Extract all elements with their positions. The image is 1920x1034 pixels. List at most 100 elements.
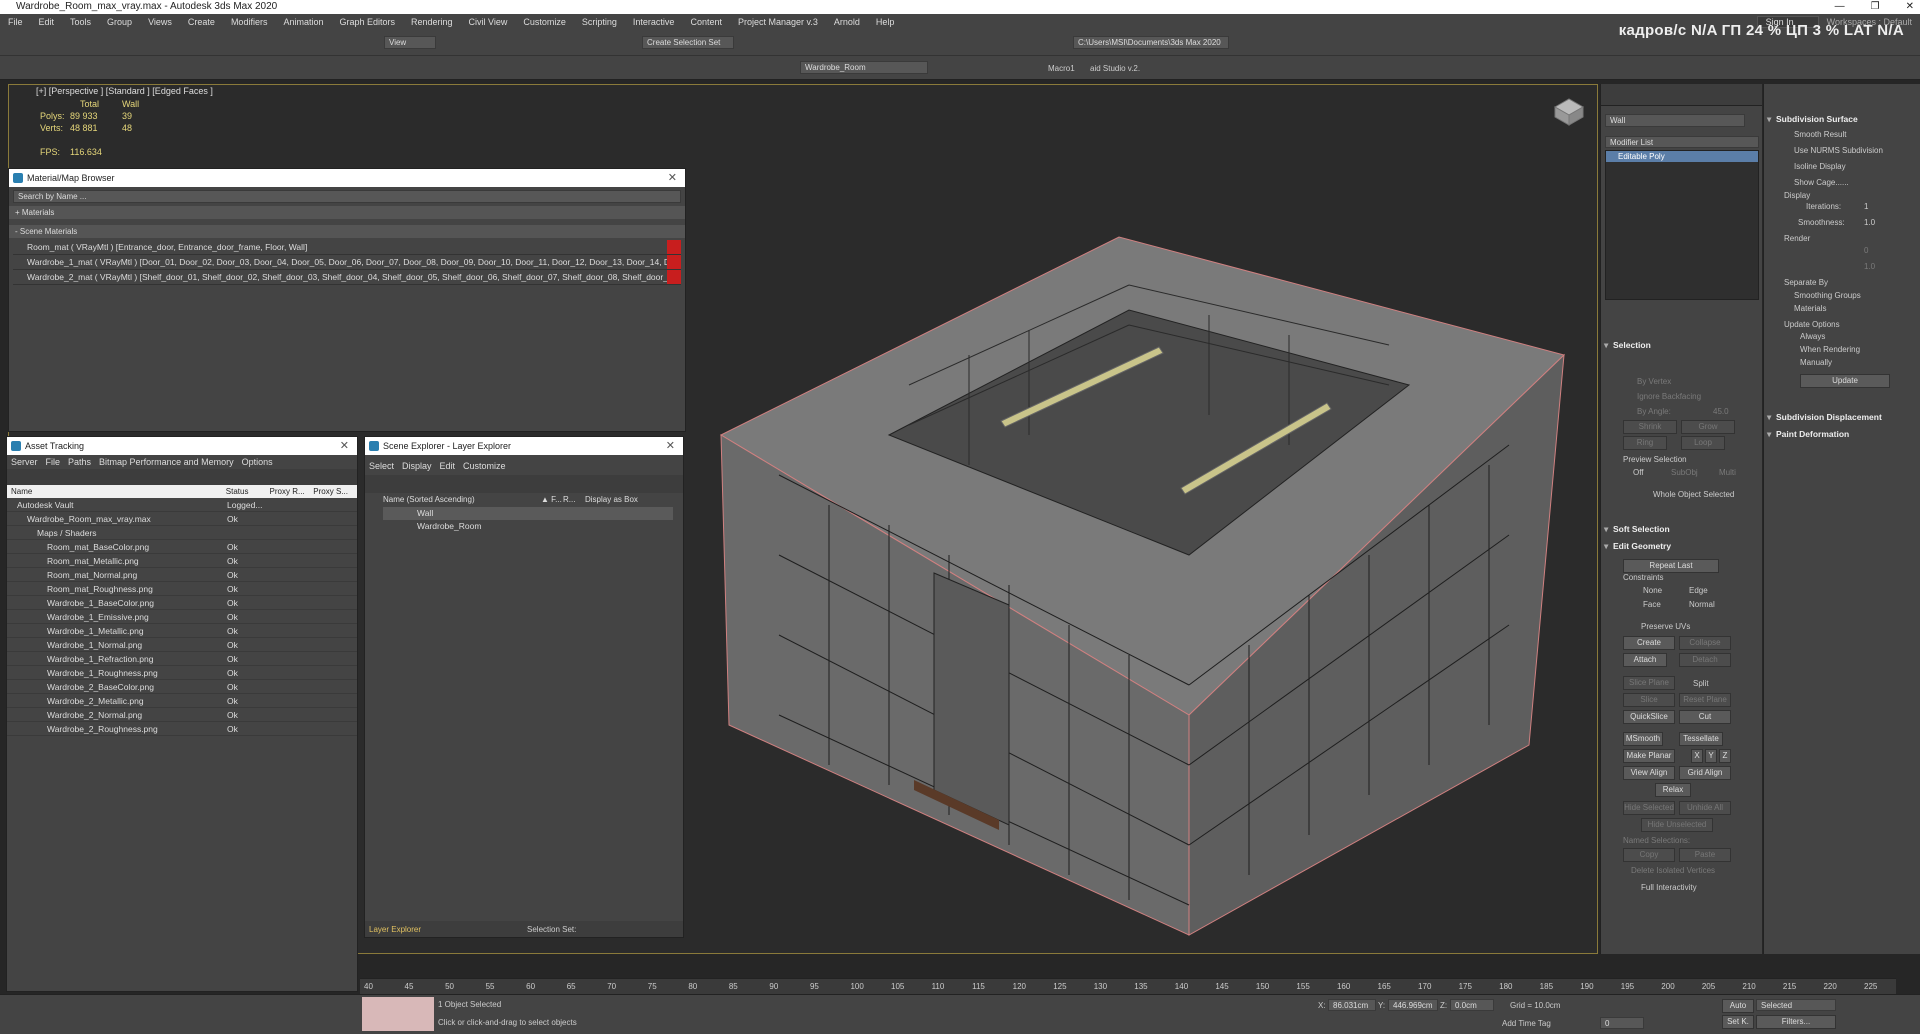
col-freeze[interactable]: ▲ F... xyxy=(541,495,563,504)
asset-menu-item[interactable]: Options xyxy=(242,455,273,469)
detach-button[interactable]: Detach xyxy=(1679,653,1731,667)
z-coord-field[interactable]: 0.0cm xyxy=(1450,999,1494,1011)
project-path-field[interactable]: C:\Users\MSI\Documents\3ds Max 2020 xyxy=(1073,36,1229,49)
use-nurms-checkbox[interactable]: Use NURMS Subdivision xyxy=(1794,146,1883,155)
col-render[interactable]: R... xyxy=(563,495,585,504)
col-proxy-r[interactable]: Proxy R... xyxy=(270,485,314,498)
modifier-list-dropdown[interactable]: Modifier List xyxy=(1605,136,1759,148)
create-button[interactable]: Create xyxy=(1623,636,1675,650)
table-row[interactable]: Wardrobe_1_BaseColor.png Ok xyxy=(7,596,357,610)
asset-menu-item[interactable]: File xyxy=(46,455,61,469)
relax-button[interactable]: Relax xyxy=(1655,783,1691,797)
table-row[interactable]: Room_mat_Metallic.png Ok xyxy=(7,554,357,568)
cut-button[interactable]: Cut xyxy=(1679,710,1731,724)
layer-explorer-label[interactable]: Layer Explorer xyxy=(369,925,421,934)
copy-button[interactable]: Copy xyxy=(1623,848,1675,862)
delete-isolated-checkbox[interactable]: Delete Isolated Vertices xyxy=(1631,866,1715,875)
table-row[interactable]: Wardrobe_2_BaseColor.png Ok xyxy=(7,680,357,694)
view-align-button[interactable]: View Align xyxy=(1623,766,1675,780)
reset-plane-button[interactable]: Reset Plane xyxy=(1679,693,1731,707)
maximize-icon[interactable]: ❐ xyxy=(1871,0,1880,14)
table-row[interactable]: Wardrobe_1_Refraction.png Ok xyxy=(7,652,357,666)
x-coord-field[interactable]: 86.031cm xyxy=(1328,999,1376,1011)
show-cage-checkbox[interactable]: Show Cage...... xyxy=(1794,178,1849,187)
iterations-value[interactable]: 1 xyxy=(1864,202,1868,211)
by-vertex-option[interactable]: By Vertex xyxy=(1637,377,1671,386)
preview-off-radio[interactable]: Off xyxy=(1633,468,1644,477)
close-icon[interactable]: ✕ xyxy=(668,169,677,187)
tessellate-button[interactable]: Tessellate xyxy=(1679,732,1723,746)
col-proxy-s[interactable]: Proxy S... xyxy=(313,485,357,498)
menu-customize[interactable]: Customize xyxy=(515,17,574,27)
col-name[interactable]: Name xyxy=(7,485,226,498)
hide-selected-button[interactable]: Hide Selected xyxy=(1623,801,1675,815)
scene-menu-item[interactable]: Edit xyxy=(440,459,456,473)
isoline-display-checkbox[interactable]: Isoline Display xyxy=(1794,162,1846,171)
col-sorted-name[interactable]: Name (Sorted Ascending) xyxy=(383,495,541,504)
table-row[interactable]: Room_mat_Roughness.png Ok xyxy=(7,582,357,596)
asset-tracking-titlebar[interactable]: Asset Tracking ✕ xyxy=(7,437,357,455)
table-row[interactable]: Wardrobe_1_Metallic.png Ok xyxy=(7,624,357,638)
key-filters-button[interactable]: Filters... xyxy=(1756,1015,1836,1029)
menu-project-manager-v-3[interactable]: Project Manager v.3 xyxy=(730,17,826,27)
ring-button[interactable]: Ring xyxy=(1623,436,1667,450)
minimize-icon[interactable]: — xyxy=(1835,0,1845,14)
shrink-button[interactable]: Shrink xyxy=(1623,420,1677,434)
scene-materials-group[interactable]: - Scene Materials xyxy=(9,225,685,238)
menu-modifiers[interactable]: Modifiers xyxy=(223,17,276,27)
edit-geometry-rollout[interactable]: Edit Geometry xyxy=(1601,539,1762,553)
menu-group[interactable]: Group xyxy=(99,17,140,27)
by-angle-option[interactable]: By Angle: xyxy=(1637,407,1671,416)
update-button[interactable]: Update xyxy=(1800,374,1890,388)
soft-selection-rollout[interactable]: Soft Selection xyxy=(1601,522,1762,536)
close-icon[interactable]: ✕ xyxy=(340,437,349,455)
update-always-radio[interactable]: Always xyxy=(1800,332,1825,341)
subdivision-displacement-rollout[interactable]: Subdivision Displacement xyxy=(1764,410,1920,424)
paint-deformation-rollout[interactable]: Paint Deformation xyxy=(1764,427,1920,441)
asset-menu-item[interactable]: Bitmap Performance and Memory xyxy=(99,455,234,469)
material-row[interactable]: Room_mat ( VRayMtl ) [Entrance_door, Ent… xyxy=(13,240,681,255)
y-coord-field[interactable]: 446.969cm xyxy=(1388,999,1438,1011)
menu-edit[interactable]: Edit xyxy=(31,17,63,27)
update-when-rendering-radio[interactable]: When Rendering xyxy=(1800,345,1860,354)
table-row[interactable]: Wardrobe_1_Roughness.png Ok xyxy=(7,666,357,680)
msmooth-button[interactable]: MSmooth xyxy=(1623,732,1663,746)
menu-file[interactable]: File xyxy=(0,17,31,27)
layer-item[interactable]: Wall xyxy=(383,507,673,520)
material-row[interactable]: Wardrobe_2_mat ( VRayMtl ) [Shelf_door_0… xyxy=(13,270,681,285)
planar-x-button[interactable]: X xyxy=(1691,749,1703,763)
ignore-backfacing-option[interactable]: Ignore Backfacing xyxy=(1637,392,1701,401)
macro-label[interactable]: Macro1 xyxy=(1048,64,1075,73)
hide-unselected-button[interactable]: Hide Unselected xyxy=(1641,818,1713,832)
slice-plane-button[interactable]: Slice Plane xyxy=(1623,676,1675,690)
constraint-none-radio[interactable]: None xyxy=(1643,586,1662,595)
preview-multi-radio[interactable]: Multi xyxy=(1719,468,1736,477)
object-name-field[interactable]: Wall xyxy=(1605,114,1745,127)
loop-button[interactable]: Loop xyxy=(1681,436,1725,450)
asset-menu-item[interactable]: Server xyxy=(11,455,38,469)
menu-help[interactable]: Help xyxy=(868,17,903,27)
grow-button[interactable]: Grow xyxy=(1681,420,1735,434)
table-row[interactable]: Wardrobe_2_Roughness.png Ok xyxy=(7,722,357,736)
table-row[interactable]: Maps / Shaders xyxy=(7,526,357,540)
attach-button[interactable]: Attach xyxy=(1623,653,1667,667)
table-row[interactable]: Room_mat_Normal.png Ok xyxy=(7,568,357,582)
layer-dropdown[interactable]: Wardrobe_Room xyxy=(800,61,928,74)
materials-checkbox[interactable]: Materials xyxy=(1794,304,1826,313)
table-row[interactable]: Room_mat_BaseColor.png Ok xyxy=(7,540,357,554)
menu-tools[interactable]: Tools xyxy=(62,17,99,27)
constraint-normal-radio[interactable]: Normal xyxy=(1689,600,1715,609)
constraint-face-radio[interactable]: Face xyxy=(1643,600,1661,609)
layer-item[interactable]: Wardrobe_Room xyxy=(383,520,673,533)
key-filter-dropdown[interactable]: Selected xyxy=(1756,999,1836,1011)
quickslice-button[interactable]: QuickSlice xyxy=(1623,710,1675,724)
planar-y-button[interactable]: Y xyxy=(1705,749,1717,763)
table-row[interactable]: Wardrobe_1_Emissive.png Ok xyxy=(7,610,357,624)
update-manually-radio[interactable]: Manually xyxy=(1800,358,1832,367)
grid-align-button[interactable]: Grid Align xyxy=(1679,766,1731,780)
menu-interactive[interactable]: Interactive xyxy=(625,17,683,27)
preserve-uvs-checkbox[interactable]: Preserve UVs xyxy=(1641,622,1690,631)
smoothing-groups-checkbox[interactable]: Smoothing Groups xyxy=(1794,291,1861,300)
add-time-tag-button[interactable]: Add Time Tag xyxy=(1502,1019,1551,1028)
table-row[interactable]: Wardrobe_1_Normal.png Ok xyxy=(7,638,357,652)
